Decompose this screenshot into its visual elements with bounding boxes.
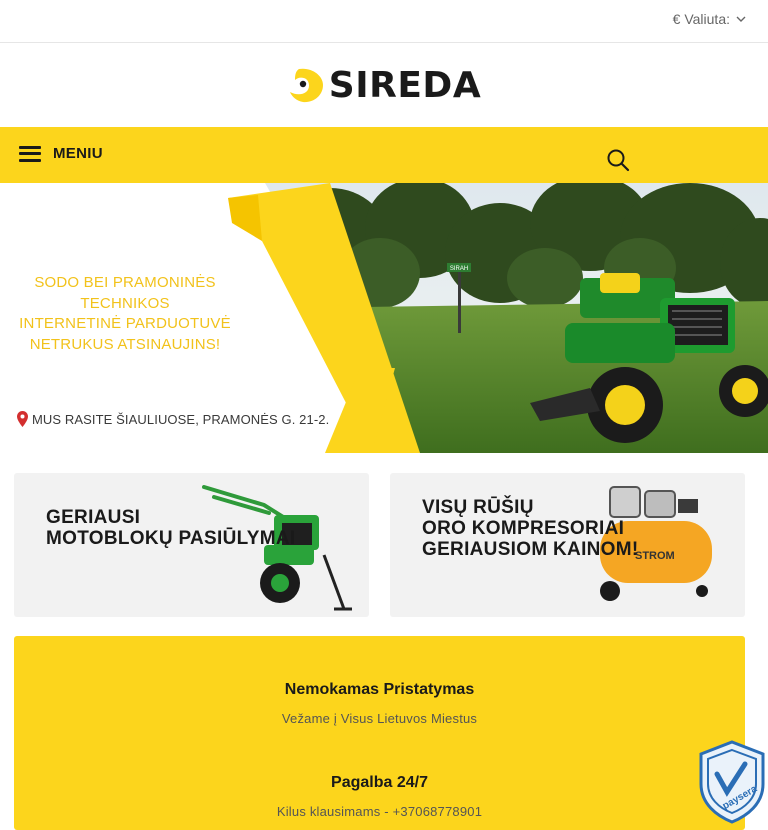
- hero-line: TECHNIKOS: [80, 294, 170, 312]
- paysera-badge[interactable]: paysera: [697, 740, 767, 824]
- top-bar: € Valiuta:: [0, 0, 768, 43]
- logo-row: SIREDA: [0, 43, 768, 127]
- hero-line: INTERNETINĖ PARDUOTUVĖ: [19, 315, 231, 332]
- info-title: Nemokamas Pristatymas: [284, 681, 475, 698]
- hero-line: NETRUKUS ATSINAUJINS!: [29, 335, 221, 353]
- hero-address: MUS RASITE ŠIAULIUOSE, PRAMONĖS G. 21-2.: [17, 411, 329, 427]
- logo-text: SIREDA: [328, 64, 482, 106]
- promo-card-title: GERIAUSI MOTOBLOKŲ PASIŪLYMAI: [46, 507, 296, 549]
- promo-line: VISŲ RŪŠIŲ: [422, 497, 534, 518]
- currency-selector[interactable]: € Valiuta:: [673, 11, 746, 27]
- logo-mark-icon: [289, 68, 323, 103]
- promo-card-compressors[interactable]: STROM VISŲ RŪŠIŲ ORO KOMPRESORIAI GERIAU…: [390, 473, 745, 617]
- promo-cards: GERIAUSI MOTOBLOKŲ PASIŪLYMAI STROM VISŲ…: [14, 473, 745, 617]
- info-support: Pagalba 24/7 Kilus klausimams - +3706877…: [14, 774, 745, 819]
- info-free-delivery: Nemokamas Pristatymas Vežame į Visus Lie…: [14, 681, 745, 726]
- info-box: Nemokamas Pristatymas Vežame į Visus Lie…: [14, 636, 745, 830]
- promo-card-title: VISŲ RŪŠIŲ ORO KOMPRESORIAI GERIAUSIOM K…: [422, 497, 639, 560]
- address-text: MUS RASITE ŠIAULIUOSE, PRAMONĖS G. 21-2.: [32, 411, 330, 427]
- map-pin-icon: [17, 411, 28, 427]
- site-logo[interactable]: SIREDA: [287, 65, 481, 106]
- promo-line: GERIAUSI: [46, 507, 141, 528]
- shield-icon: [699, 740, 765, 824]
- hero-banner[interactable]: SIRAH SODO BEI PRAMONINĖS TECHNIKOS INTE…: [0, 183, 768, 453]
- nav-bar: MENIU: [0, 127, 768, 183]
- promo-line: MOTOBLOKŲ PASIŪLYMAI: [46, 528, 296, 549]
- hamburger-icon: [19, 145, 41, 162]
- sign-text: SIRAH: [450, 266, 468, 272]
- info-title: Pagalba 24/7: [331, 774, 428, 791]
- promo-card-motoblocks[interactable]: GERIAUSI MOTOBLOKŲ PASIŪLYMAI: [14, 473, 369, 617]
- menu-button[interactable]: MENIU: [19, 145, 103, 162]
- hero-line: SODO BEI PRAMONINĖS: [34, 274, 216, 291]
- promo-line: ORO KOMPRESORIAI: [422, 518, 625, 539]
- menu-label: MENIU: [53, 145, 103, 162]
- chevron-down-icon: [736, 16, 746, 22]
- search-icon[interactable]: [606, 148, 630, 172]
- currency-label: € Valiuta:: [672, 11, 730, 27]
- compressor-brand: STROM: [635, 550, 675, 562]
- info-subtitle: Vežame į Visus Lietuvos Miestus: [281, 711, 478, 726]
- info-subtitle: Kilus klausimams - +37068778901: [276, 804, 483, 819]
- hero-headline: SODO BEI PRAMONINĖS TECHNIKOS INTERNETIN…: [10, 273, 240, 355]
- promo-line: GERIAUSIOM KAINOM!: [422, 539, 639, 560]
